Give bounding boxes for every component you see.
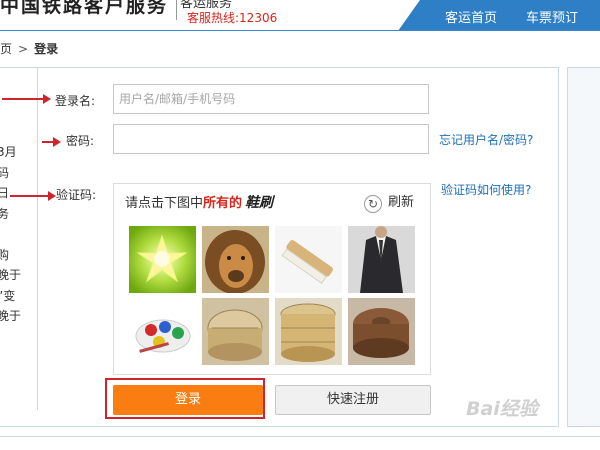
nav-ticket-booking[interactable]: 车票预订	[526, 7, 578, 26]
captcha-instruction-target: 鞋刷	[245, 195, 274, 211]
breadcrumb-home-link[interactable]: 页	[0, 42, 12, 56]
captcha-box: 请点击下图中所有的 鞋刷 ↻ 刷新	[113, 183, 431, 375]
hotline-text: 客服热线:12306	[187, 11, 278, 25]
annotation-arrow-captcha	[10, 191, 56, 201]
captcha-image-suit[interactable]	[348, 226, 415, 293]
captcha-label: 验证码:	[56, 188, 97, 202]
header-divider	[176, 0, 177, 20]
captcha-instruction: 请点击下图中所有的 鞋刷	[125, 192, 273, 212]
site-header: 中国铁路客户服务 客运服务 客服热线:12306 客运首页 车票预订	[0, 0, 600, 31]
top-nav-bar: 客运首页 车票预订	[398, 0, 600, 31]
forgot-password-link[interactable]: 忘记用户名/密码?	[439, 131, 533, 148]
notice-line: 务	[0, 206, 10, 221]
captcha-instruction-highlight: 所有的	[203, 196, 243, 211]
captcha-image-steamer-stack[interactable]	[275, 298, 342, 365]
password-input[interactable]	[113, 124, 429, 154]
captcha-refresh-button[interactable]: ↻ 刷新	[363, 191, 414, 213]
notice-line: 3月	[0, 145, 17, 159]
username-label: 登录名:	[55, 94, 96, 108]
captcha-image-shoe-brush[interactable]	[275, 226, 342, 293]
footer-line	[0, 436, 600, 437]
sidebar-notice: 3月 码 日 务 购 晚于 ”变 晚于	[0, 142, 33, 327]
notice-line: 码	[0, 165, 10, 180]
notice-line: 晚于	[0, 309, 22, 323]
refresh-label: 刷新	[387, 195, 414, 210]
annotation-arrow-password	[42, 137, 61, 147]
quick-register-button[interactable]: 快速注册	[275, 385, 431, 415]
breadcrumb: 页 > 登录	[0, 40, 58, 57]
captcha-image-star-glow[interactable]	[129, 226, 196, 293]
site-logo-text: 中国铁路客户服务	[0, 0, 169, 17]
username-input[interactable]	[113, 84, 429, 114]
breadcrumb-current: 登录	[34, 42, 59, 56]
notice-line: 日	[0, 186, 10, 200]
notice-line	[0, 224, 33, 245]
captcha-instruction-prefix: 请点击下图中	[125, 196, 204, 211]
captcha-image-bamboo-steamer[interactable]	[202, 298, 269, 365]
notice-line: 购	[0, 247, 10, 262]
captcha-image-lion[interactable]	[202, 226, 269, 293]
nav-passenger-home[interactable]: 客运首页	[445, 7, 497, 26]
password-label: 密码:	[66, 134, 95, 148]
annotation-arrow-username	[2, 94, 51, 104]
baidu-watermark: Bai经验	[466, 398, 538, 420]
captcha-image-wooden-steamer[interactable]	[348, 298, 415, 365]
captcha-help-link[interactable]: 验证码如何使用?	[441, 181, 531, 198]
sidebar-divider	[37, 67, 38, 410]
header-divider-line	[0, 30, 600, 31]
notice-line: 晚于	[0, 268, 22, 282]
refresh-icon: ↻	[363, 195, 382, 213]
right-side-panel	[567, 67, 600, 427]
captcha-image-paint-palette[interactable]	[129, 298, 196, 365]
annotation-highlight-box	[105, 378, 265, 419]
notice-line: ”变	[0, 288, 16, 303]
breadcrumb-separator: >	[18, 42, 29, 56]
